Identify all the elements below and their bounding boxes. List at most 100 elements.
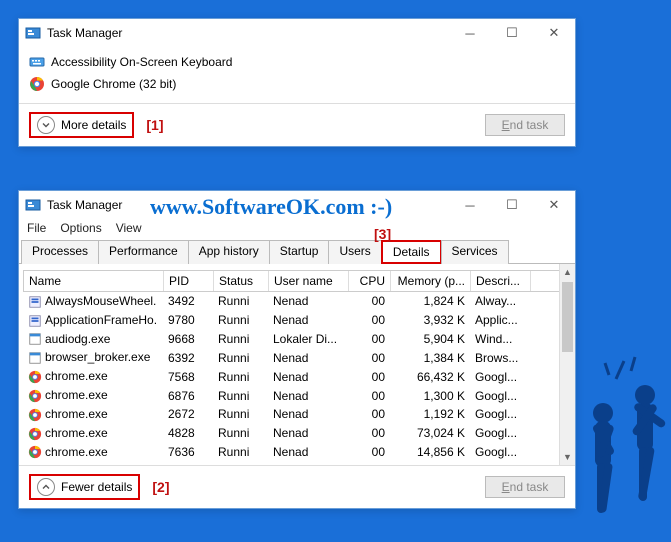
cell-desc: Googl... (470, 444, 530, 460)
cell-status: Runni (213, 312, 268, 328)
cell-user: Nenad (268, 406, 348, 422)
cell-user: Nenad (268, 425, 348, 441)
cell-status: Runni (213, 369, 268, 385)
callout-3: [3] (374, 226, 391, 242)
cell-desc: Googl... (470, 425, 530, 441)
window-footer: More details [1] End task (19, 103, 575, 146)
table-row[interactable]: chrome.exe6876RunniNenad001,300 KGoogl..… (23, 386, 571, 405)
cell-desc: Brows... (470, 350, 530, 366)
titlebar[interactable]: Task Manager ─ ☐ ✕ (19, 19, 575, 47)
cell-status: Runni (213, 350, 268, 366)
cell-memory: 1,192 K (390, 406, 470, 422)
close-button[interactable]: ✕ (533, 19, 575, 47)
process-name: Accessibility On-Screen Keyboard (51, 55, 232, 69)
table-row[interactable]: ApplicationFrameHo.9780RunniNenad003,932… (23, 311, 571, 330)
cell-name: AlwaysMouseWheel. (23, 293, 163, 310)
tab-startup[interactable]: Startup (269, 240, 330, 264)
cell-name: chrome.exe (23, 387, 163, 404)
cell-user: Lokaler Di... (268, 331, 348, 347)
cell-pid: 2672 (163, 406, 213, 422)
col-name[interactable]: Name (24, 271, 164, 291)
col-user[interactable]: User name (269, 271, 349, 291)
tab-app-history[interactable]: App history (188, 240, 270, 264)
task-manager-icon (25, 25, 41, 41)
process-icon (28, 427, 42, 441)
cell-memory: 1,824 K (390, 293, 470, 309)
table-row[interactable]: audiodg.exe9668RunniLokaler Di...005,904… (23, 330, 571, 349)
cell-name: ApplicationFrameHo. (23, 312, 163, 329)
cell-cpu: 00 (348, 388, 390, 404)
table-row[interactable]: chrome.exe2672RunniNenad001,192 KGoogl..… (23, 405, 571, 424)
table-row[interactable]: chrome.exe7568RunniNenad0066,432 KGoogl.… (23, 367, 571, 386)
tab-processes[interactable]: Processes (21, 240, 99, 264)
cell-pid: 7568 (163, 369, 213, 385)
menu-view[interactable]: View (116, 221, 142, 235)
cell-user: Nenad (268, 369, 348, 385)
cell-desc: Googl... (470, 388, 530, 404)
tab-performance[interactable]: Performance (98, 240, 189, 264)
col-description[interactable]: Descri... (471, 271, 531, 291)
cell-name: chrome.exe (23, 368, 163, 385)
minimize-button[interactable]: ─ (449, 191, 491, 219)
cell-cpu: 00 (348, 293, 390, 309)
cell-desc: Googl... (470, 406, 530, 422)
cell-memory: 1,384 K (390, 350, 470, 366)
cell-pid: 9668 (163, 331, 213, 347)
table-row[interactable]: chrome.exe7636RunniNenad0014,856 KGoogl.… (23, 443, 571, 462)
process-icon (28, 351, 42, 365)
cell-memory: 3,932 K (390, 312, 470, 328)
process-table: Name PID Status User name CPU Memory (p.… (19, 264, 575, 465)
col-pid[interactable]: PID (164, 271, 214, 291)
col-status[interactable]: Status (214, 271, 269, 291)
end-task-button[interactable]: End task (485, 114, 565, 136)
cell-memory: 1,300 K (390, 388, 470, 404)
tab-users[interactable]: Users (328, 240, 381, 264)
cell-cpu: 00 (348, 350, 390, 366)
table-row[interactable]: chrome.exe4828RunniNenad0073,024 KGoogl.… (23, 424, 571, 443)
scroll-up-icon[interactable]: ▲ (560, 264, 575, 280)
cell-status: Runni (213, 331, 268, 347)
cell-pid: 9780 (163, 312, 213, 328)
task-manager-detail-window: Task Manager ─ ☐ ✕ File Options View Pro… (18, 190, 576, 509)
menu-file[interactable]: File (27, 221, 46, 235)
table-header[interactable]: Name PID Status User name CPU Memory (p.… (23, 270, 571, 292)
callout-2: [2] (152, 479, 169, 495)
col-memory[interactable]: Memory (p... (391, 271, 471, 291)
col-cpu[interactable]: CPU (349, 271, 391, 291)
menu-options[interactable]: Options (60, 221, 101, 235)
cell-status: Runni (213, 406, 268, 422)
tab-services[interactable]: Services (441, 240, 509, 264)
table-row[interactable]: browser_broker.exe6392RunniNenad001,384 … (23, 348, 571, 367)
chevron-down-icon (37, 116, 55, 134)
cell-cpu: 00 (348, 331, 390, 347)
maximize-button[interactable]: ☐ (491, 191, 533, 219)
more-details-toggle[interactable]: More details (29, 112, 134, 138)
cell-cpu: 00 (348, 369, 390, 385)
minimize-button[interactable]: ─ (449, 19, 491, 47)
process-icon (28, 408, 42, 422)
cell-user: Nenad (268, 293, 348, 309)
task-manager-simple-window: Task Manager ─ ☐ ✕ Accessibility On-Scre… (18, 18, 576, 147)
close-button[interactable]: ✕ (533, 191, 575, 219)
cell-cpu: 00 (348, 406, 390, 422)
cell-user: Nenad (268, 388, 348, 404)
scroll-thumb[interactable] (562, 282, 573, 352)
fewer-details-toggle[interactable]: Fewer details (29, 474, 140, 500)
cell-memory: 73,024 K (390, 425, 470, 441)
cell-memory: 14,856 K (390, 444, 470, 460)
maximize-button[interactable]: ☐ (491, 19, 533, 47)
cell-user: Nenad (268, 312, 348, 328)
window-footer: Fewer details [2] End task (19, 465, 575, 508)
cell-name: chrome.exe (23, 406, 163, 423)
end-task-button[interactable]: End task (485, 476, 565, 498)
process-row[interactable]: Google Chrome (32 bit) (29, 73, 565, 95)
cell-desc: Alway... (470, 293, 530, 309)
cell-cpu: 00 (348, 312, 390, 328)
process-icon (28, 332, 42, 346)
tab-details[interactable]: Details (381, 240, 442, 264)
callout-1: [1] (146, 117, 163, 133)
table-row[interactable]: AlwaysMouseWheel.3492RunniNenad001,824 K… (23, 292, 571, 311)
tab-strip: Processes Performance App history Startu… (19, 239, 575, 264)
cell-pid: 3492 (163, 293, 213, 309)
process-row[interactable]: Accessibility On-Screen Keyboard (29, 51, 565, 73)
